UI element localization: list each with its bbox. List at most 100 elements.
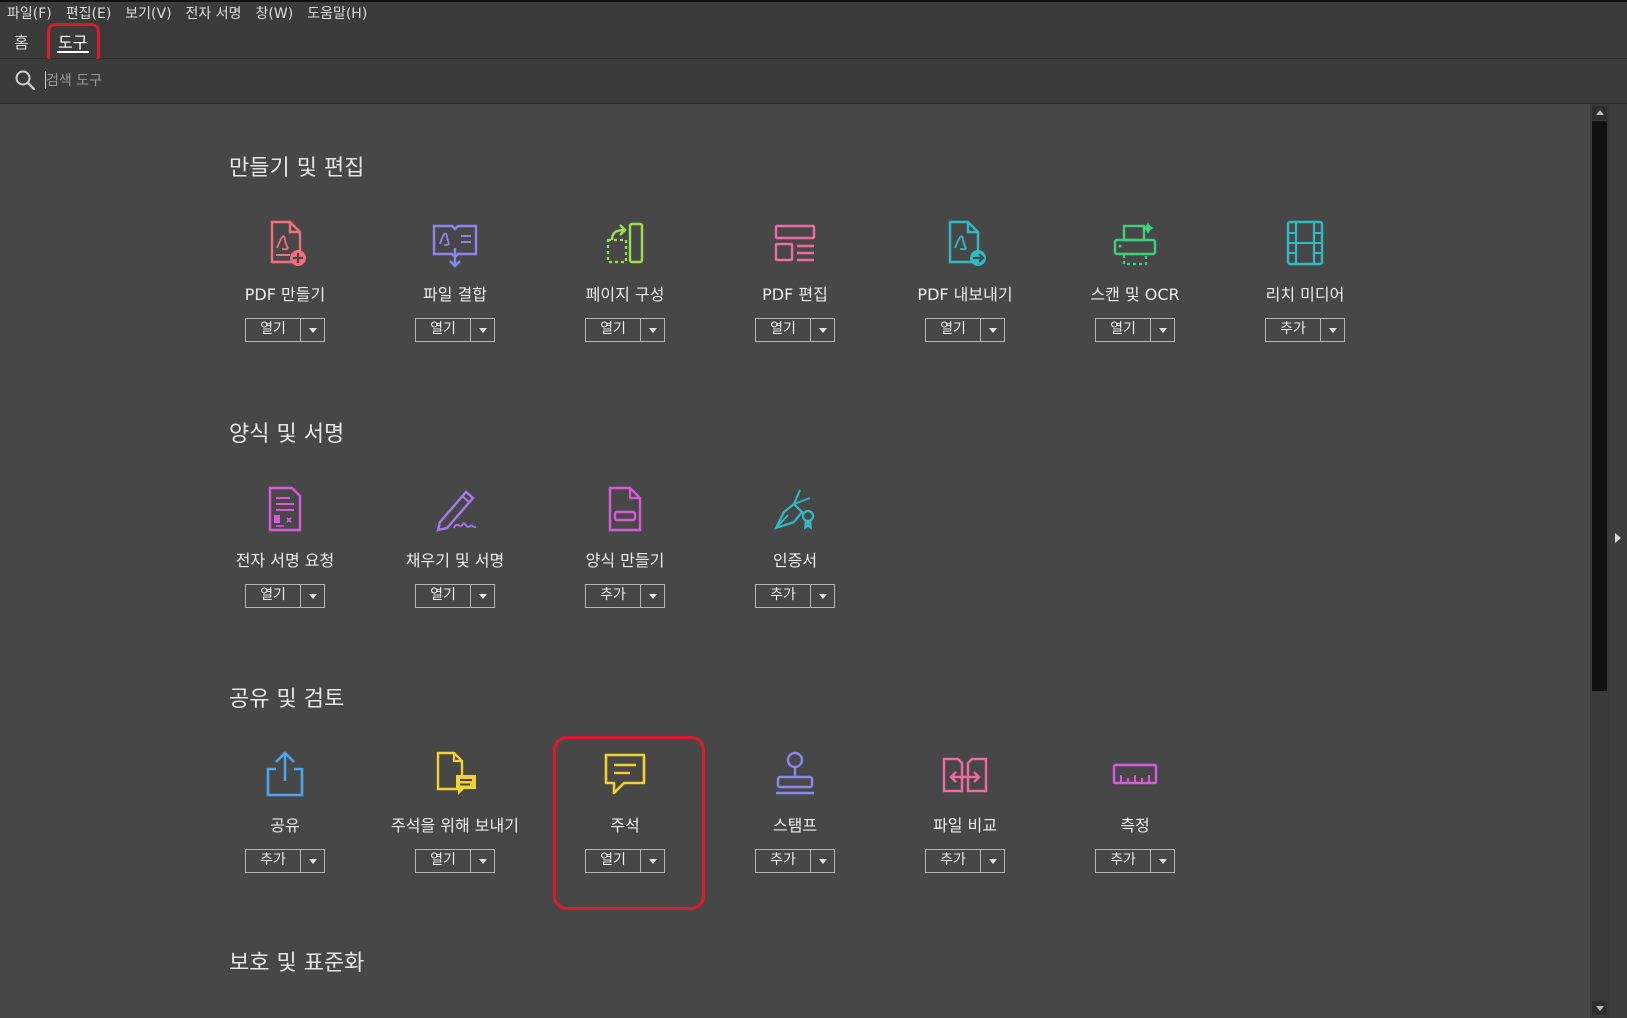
tool-card[interactable]: 공유추가 — [210, 749, 360, 899]
measure-icon[interactable] — [1110, 749, 1160, 799]
tool-action-button[interactable]: 열기 — [926, 319, 981, 341]
tool-action-group: 열기 — [415, 849, 495, 873]
tool-card[interactable]: 인증서추가 — [720, 484, 870, 634]
menu-window[interactable]: 창(W) — [249, 3, 301, 23]
tool-action-button[interactable]: 추가 — [756, 850, 811, 872]
tool-dropdown-button[interactable] — [641, 585, 664, 607]
tool-action-group: 추가 — [925, 849, 1005, 873]
tool-card[interactable]: PDF 편집열기 — [720, 218, 870, 368]
tool-card[interactable]: 스탬프추가 — [720, 749, 870, 899]
tool-card[interactable]: 리치 미디어추가 — [1230, 218, 1380, 368]
tool-card[interactable]: 채우기 및 서명열기 — [380, 484, 530, 634]
scroll-up-button[interactable] — [1592, 106, 1607, 120]
edit-pdf-icon[interactable] — [770, 218, 820, 268]
stamp-icon[interactable] — [770, 749, 820, 799]
tool-card[interactable]: PDF 내보내기열기 — [890, 218, 1040, 368]
tool-action-button[interactable]: 추가 — [246, 850, 301, 872]
request-signature-icon[interactable] — [260, 484, 310, 534]
tool-dropdown-button[interactable] — [471, 319, 494, 341]
tool-dropdown-button[interactable] — [981, 319, 1004, 341]
tool-card[interactable]: 주석열기 — [550, 749, 700, 899]
tool-action-button[interactable]: 열기 — [756, 319, 811, 341]
tool-action-button[interactable]: 추가 — [1096, 850, 1151, 872]
tool-action-button[interactable]: 추가 — [926, 850, 981, 872]
tool-card[interactable]: 측정추가 — [1060, 749, 1210, 899]
expand-right-pane-icon[interactable] — [1615, 533, 1621, 543]
tool-dropdown-button[interactable] — [641, 319, 664, 341]
tool-dropdown-button[interactable] — [471, 585, 494, 607]
tool-action-group: 열기 — [755, 318, 835, 342]
tool-action-button[interactable]: 추가 — [756, 585, 811, 607]
menu-file[interactable]: 파일(F) — [0, 3, 59, 23]
tool-label[interactable]: 주석을 위해 보내기 — [380, 812, 530, 836]
tool-dropdown-button[interactable] — [1151, 319, 1174, 341]
tool-label[interactable]: 양식 만들기 — [550, 547, 700, 571]
tool-label[interactable]: 채우기 및 서명 — [380, 547, 530, 571]
tool-label[interactable]: 주석 — [550, 812, 700, 836]
tool-label[interactable]: PDF 내보내기 — [890, 281, 1040, 305]
tool-action-button[interactable]: 열기 — [416, 319, 471, 341]
tool-action-button[interactable]: 열기 — [1096, 319, 1151, 341]
tool-dropdown-button[interactable] — [301, 850, 324, 872]
tool-card[interactable]: 양식 만들기추가 — [550, 484, 700, 634]
rich-media-icon[interactable] — [1280, 218, 1330, 268]
scroll-down-button[interactable] — [1592, 1001, 1607, 1015]
tab-home[interactable]: 홈 — [14, 29, 29, 53]
tool-card[interactable]: 파일 비교추가 — [890, 749, 1040, 899]
tool-dropdown-button[interactable] — [641, 850, 664, 872]
tool-dropdown-button[interactable] — [811, 585, 834, 607]
tool-dropdown-button[interactable] — [301, 585, 324, 607]
send-for-comments-icon[interactable] — [430, 749, 480, 799]
share-icon[interactable] — [260, 749, 310, 799]
menu-edit[interactable]: 편집(E) — [59, 3, 119, 23]
tool-dropdown-button[interactable] — [301, 319, 324, 341]
compare-files-icon[interactable] — [940, 749, 990, 799]
tool-action-button[interactable]: 열기 — [246, 585, 301, 607]
tool-card[interactable]: 전자 서명 요청열기 — [210, 484, 360, 634]
create-pdf-icon[interactable] — [260, 218, 310, 268]
comment-icon[interactable] — [600, 749, 650, 799]
combine-files-icon[interactable] — [430, 218, 480, 268]
tool-label[interactable]: 스탬프 — [720, 812, 870, 836]
export-pdf-icon[interactable] — [940, 218, 990, 268]
prepare-form-icon[interactable] — [600, 484, 650, 534]
tool-card[interactable]: 주석을 위해 보내기열기 — [380, 749, 530, 899]
tool-action-button[interactable]: 열기 — [586, 319, 641, 341]
organize-pages-icon[interactable] — [600, 218, 650, 268]
tool-label[interactable]: PDF 편집 — [720, 281, 870, 305]
tool-label[interactable]: 전자 서명 요청 — [210, 547, 360, 571]
tool-label[interactable]: 페이지 구성 — [550, 281, 700, 305]
scan-ocr-icon[interactable] — [1110, 218, 1160, 268]
certificate-icon[interactable] — [770, 484, 820, 534]
tool-card[interactable]: 파일 결합열기 — [380, 218, 530, 368]
menu-e-sign[interactable]: 전자 서명 — [179, 3, 249, 23]
tool-label[interactable]: 스캔 및 OCR — [1060, 281, 1210, 305]
scroll-thumb[interactable] — [1592, 121, 1607, 691]
tool-dropdown-button[interactable] — [981, 850, 1004, 872]
tool-card[interactable]: PDF 만들기열기 — [210, 218, 360, 368]
tool-dropdown-button[interactable] — [1321, 319, 1344, 341]
search-tools-input[interactable] — [44, 69, 448, 93]
tool-dropdown-button[interactable] — [811, 319, 834, 341]
menu-view[interactable]: 보기(V) — [118, 3, 178, 23]
tool-action-button[interactable]: 추가 — [586, 585, 641, 607]
tool-action-button[interactable]: 열기 — [416, 850, 471, 872]
tool-dropdown-button[interactable] — [471, 850, 494, 872]
tool-action-button[interactable]: 열기 — [586, 850, 641, 872]
tool-dropdown-button[interactable] — [811, 850, 834, 872]
tool-label[interactable]: 측정 — [1060, 812, 1210, 836]
tool-dropdown-button[interactable] — [1151, 850, 1174, 872]
tool-card[interactable]: 페이지 구성열기 — [550, 218, 700, 368]
tool-label[interactable]: 파일 결합 — [380, 281, 530, 305]
tool-action-button[interactable]: 추가 — [1266, 319, 1321, 341]
tool-action-button[interactable]: 열기 — [416, 585, 471, 607]
tool-label[interactable]: 인증서 — [720, 547, 870, 571]
tool-label[interactable]: 파일 비교 — [890, 812, 1040, 836]
fill-sign-icon[interactable] — [430, 484, 480, 534]
tool-card[interactable]: 스캔 및 OCR 열기 — [1060, 218, 1210, 368]
tool-action-button[interactable]: 열기 — [246, 319, 301, 341]
tool-label[interactable]: PDF 만들기 — [210, 281, 360, 305]
menu-help[interactable]: 도움말(H) — [300, 3, 374, 23]
tool-label[interactable]: 리치 미디어 — [1230, 281, 1380, 305]
tool-label[interactable]: 공유 — [210, 812, 360, 836]
